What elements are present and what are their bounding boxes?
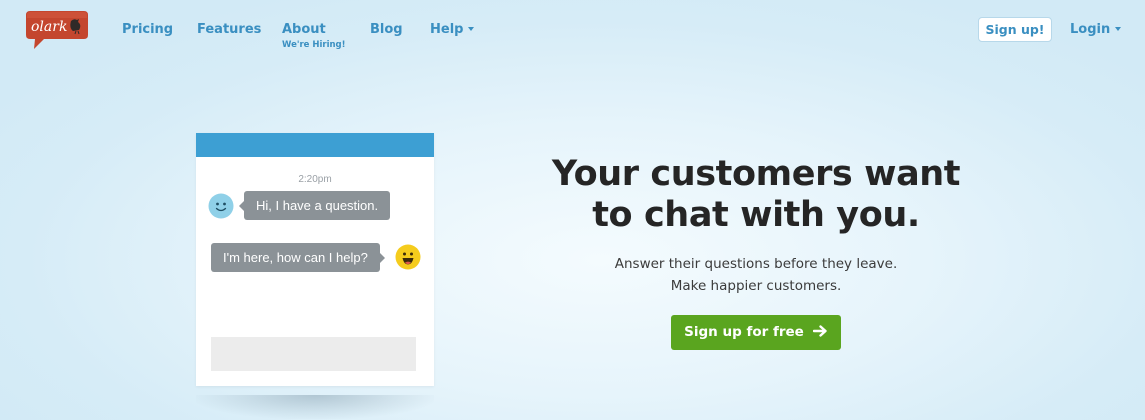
chevron-down-icon [468, 26, 475, 31]
chat-timestamp: 2:20pm [298, 174, 332, 185]
nav-blog[interactable]: Blog [370, 22, 403, 37]
chat-message-operator: I'm here, how can I help? [211, 243, 385, 272]
chat-widget: 2:20pm Hi, I have a question. I'm here, … [196, 133, 434, 386]
hero-subtitle-line-1: Answer their questions before they leave… [614, 256, 898, 272]
olark-logo[interactable]: olark [22, 9, 90, 51]
nav-help-label: Help [430, 22, 464, 37]
chat-widget-header[interactable] [196, 133, 434, 157]
signup-button[interactable]: Sign up! [978, 17, 1052, 42]
chat-message-input[interactable] [211, 337, 416, 371]
hero-subtitle: Answer their questions before they leave… [520, 253, 992, 297]
hero-title-line-2: to chat with you. [592, 195, 920, 235]
login-label: Login [1070, 22, 1111, 37]
hero-title-line-1: Your customers want [551, 154, 961, 194]
chat-widget-shadow [196, 395, 434, 419]
olark-logo-icon: olark [26, 11, 88, 49]
chevron-down-icon [1115, 26, 1122, 31]
nav-features[interactable]: Features [197, 22, 261, 37]
signup-free-button[interactable]: Sign up for free [671, 315, 841, 350]
smiley-blue-icon [208, 193, 234, 219]
signup-free-label: Sign up for free [684, 324, 804, 340]
nav-about-hiring-badge[interactable]: We're Hiring! [282, 40, 346, 50]
nav-about[interactable]: About [282, 22, 326, 37]
smiley-yellow-icon [395, 244, 421, 270]
hero-subtitle-line-2: Make happier customers. [670, 278, 842, 294]
nav-help[interactable]: Help [430, 22, 475, 37]
login-dropdown[interactable]: Login [1070, 22, 1122, 37]
chat-message-visitor: Hi, I have a question. [238, 191, 391, 220]
nav-pricing[interactable]: Pricing [122, 22, 173, 37]
logo-text: olark [31, 19, 67, 35]
arrow-right-icon [812, 325, 827, 337]
hero-title: Your customers want to chat with you. [520, 154, 992, 236]
